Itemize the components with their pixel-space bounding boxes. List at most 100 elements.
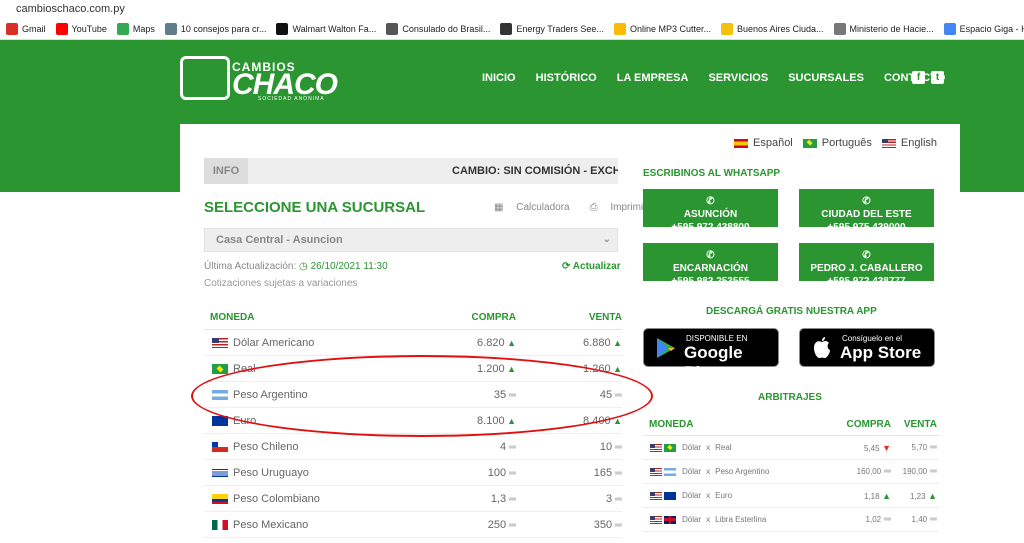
gb-flag-icon <box>664 515 676 524</box>
bookmark-label: Walmart Walton Fa... <box>292 23 377 34</box>
refresh-icon: ⟳ <box>562 261 573 272</box>
buy-value: 1,3 <box>490 492 507 505</box>
lang-es[interactable]: Español <box>734 137 793 149</box>
bookmark-favicon-icon <box>720 22 733 35</box>
whatsapp-encarnacion-button[interactable]: ✆ ENCARNACIÓN +595 983 253555 <box>643 243 778 287</box>
apple-small: Consíguelo en el <box>842 334 903 343</box>
arb-from: Dólar <box>682 467 702 476</box>
calculator-icon: ▦ <box>494 202 507 213</box>
whatsapp-asuncion-button[interactable]: ✆ ASUNCIÓN +595 972 438800 <box>643 189 778 233</box>
whatsapp-icon: ✆ <box>862 250 871 261</box>
apple-big: App Store <box>840 343 922 362</box>
arb-from: Dólar <box>682 491 702 500</box>
site-logo[interactable]: CAMBIOS CHACO SOCIEDAD ANONIMA <box>180 56 338 102</box>
wa-city: CIUDAD DEL ESTE <box>821 209 912 220</box>
rate-row: Peso Uruguayo 100 ═ 165 ═ <box>204 460 622 486</box>
whatsapp-pjc-button[interactable]: ✆ PEDRO J. CABALLERO +595 972 438777 <box>799 243 934 287</box>
lang-pt[interactable]: Português <box>802 137 872 149</box>
calculator-link[interactable]: ▦ Calculadora <box>494 202 580 213</box>
nav-historico[interactable]: HISTÓRICO <box>536 72 597 84</box>
currency-name: Dólar Americano <box>233 336 315 349</box>
us-flag-icon <box>650 467 662 476</box>
arb-buy: 160,00 ═ <box>833 466 891 477</box>
bookmark-item[interactable]: Online MP3 Cutter... <box>613 22 711 35</box>
last-updated: Última Actualización: ◷ 26/10/2021 11:30 <box>204 261 388 272</box>
trend-equal-icon: ═ <box>927 466 937 477</box>
bookmark-item[interactable]: Consulado do Brasil... <box>386 22 490 35</box>
arb-buy-value: 5,45 <box>864 443 880 453</box>
eu-flag-icon <box>664 491 676 500</box>
facebook-icon[interactable]: f <box>912 71 925 84</box>
rate-row: Peso Colombiano 1,3 ═ 3 ═ <box>204 486 622 512</box>
bookmark-item[interactable]: YouTube <box>55 22 107 35</box>
buy-value: 250 <box>487 518 507 531</box>
rate-buy: 100 ═ <box>404 467 524 479</box>
arb-sell: 5,70 ═ <box>891 442 937 453</box>
rate-row: Dólar Americano 6.820 ▲ 6.880 ▲ <box>204 330 622 356</box>
trend-equal-icon: ═ <box>927 514 937 525</box>
branch-select[interactable]: Casa Central - Asuncion ⌄ <box>204 228 618 252</box>
trend-equal-icon: ═ <box>612 493 622 505</box>
arb-sell: 1,40 ═ <box>891 514 937 525</box>
trend-up-icon: ▲ <box>925 490 937 501</box>
trend-equal-icon: ═ <box>506 519 516 531</box>
nav-servicios[interactable]: SERVICIOS <box>708 72 768 84</box>
bookmark-label: Energy Traders See... <box>516 23 604 34</box>
arb-buy-value: 1,18 <box>864 491 880 501</box>
mx-flag-icon <box>212 519 228 530</box>
bookmark-item[interactable]: Ministerio de Hacie... <box>833 22 934 35</box>
arbitraje-row: Dólar x Real 5,45 ▼ 5,70 ═ <box>643 436 939 460</box>
bookmark-item[interactable]: Walmart Walton Fa... <box>276 22 377 35</box>
buy-value: 6.820 <box>477 336 505 349</box>
col-sell: VENTA <box>588 311 622 323</box>
chevron-down-icon: ⌄ <box>602 234 611 245</box>
rate-currency: Peso Colombiano <box>204 493 404 505</box>
lang-en[interactable]: English <box>881 137 937 149</box>
us-flag-icon <box>212 337 228 348</box>
rates-header: MONEDA COMPRA VENTA <box>204 305 622 330</box>
google-play-button[interactable]: DISPONIBLE EN Google Play <box>643 328 779 382</box>
bookmark-item[interactable]: Espacio Giga - Home <box>943 22 1024 35</box>
refresh-button[interactable]: ⟳ Actualizar <box>562 261 621 272</box>
social-links: f t <box>912 71 950 84</box>
twitter-icon[interactable]: t <box>931 71 944 84</box>
address-bar[interactable]: cambioschaco.com.py <box>0 0 1024 18</box>
arb-sell: 1,23 ▲ <box>891 491 937 501</box>
usa-flag-icon <box>881 138 896 148</box>
us-flag-icon <box>650 515 662 524</box>
sell-value: 10 <box>599 440 613 453</box>
app-store-button[interactable]: Consíguelo en el App Store <box>799 328 935 367</box>
nav-sucursales[interactable]: SUCURSALES <box>788 72 864 84</box>
whatsapp-icon: ✆ <box>706 196 715 207</box>
arb-col-sell: VENTA <box>903 419 937 430</box>
currency-name: Peso Uruguayo <box>233 466 309 479</box>
rate-buy: 6.820 ▲ <box>404 337 524 349</box>
rate-buy: 1,3 ═ <box>404 493 524 505</box>
bookmark-item[interactable]: Maps <box>116 22 155 35</box>
arbitraje-row: Dólar x Peso Argentino 160,00 ═ 190,00 ═ <box>643 460 939 484</box>
whatsapp-cde-button[interactable]: ✆ CIUDAD DEL ESTE +595 975 439000 <box>799 189 934 233</box>
arbitrajes-title: ARBITRAJES <box>758 392 822 403</box>
bookmark-item[interactable]: 10 consejos para cr... <box>164 22 266 35</box>
wa-city: ASUNCIÓN <box>683 209 738 220</box>
bookmark-favicon-icon <box>116 22 129 35</box>
refresh-label: Actualizar <box>572 261 621 272</box>
arb-col-buy: COMPRA <box>846 419 891 430</box>
bookmark-favicon-icon <box>386 22 399 35</box>
arb-to: Real <box>715 443 732 452</box>
bookmark-item[interactable]: Energy Traders See... <box>500 22 604 35</box>
arb-sell-value: 190,00 <box>902 467 928 476</box>
nav-inicio[interactable]: INICIO <box>482 72 516 84</box>
arb-x: x <box>706 491 711 500</box>
bookmark-label: Ministerio de Hacie... <box>849 23 934 34</box>
bookmark-item[interactable]: Buenos Aires Ciuda... <box>720 22 824 35</box>
nav-la-empresa[interactable]: LA EMPRESA <box>617 72 689 84</box>
currency-name: Peso Chileno <box>233 440 299 453</box>
sell-value: 350 <box>593 518 613 531</box>
bookmark-item[interactable]: Gmail <box>6 22 46 35</box>
trend-equal-icon: ═ <box>506 493 516 505</box>
bookmark-favicon-icon <box>276 22 289 35</box>
bookmark-favicon-icon <box>833 22 846 35</box>
rates-tools: ▦ Calculadora ⎙ Imprimir <box>494 202 667 213</box>
buy-value: 100 <box>487 466 507 479</box>
